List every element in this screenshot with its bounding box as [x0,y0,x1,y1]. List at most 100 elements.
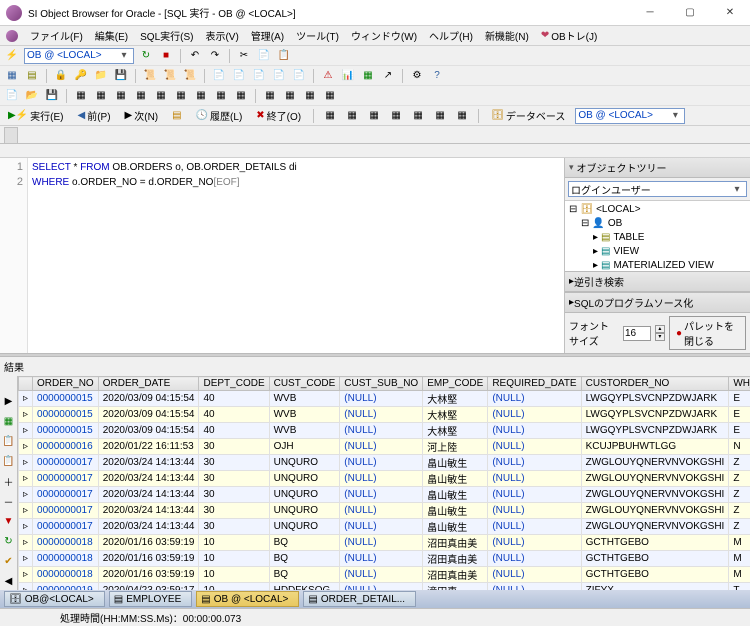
cell[interactable]: 10 [199,567,269,583]
cell[interactable]: N [729,439,750,455]
menu-item[interactable]: SQL実行(S) [134,30,199,45]
cell[interactable]: GCTHTGEBO [581,567,729,583]
cell[interactable]: 畠山敏生 [423,471,488,487]
n3-icon[interactable]: ▦ [366,108,382,124]
cell[interactable]: 30 [199,503,269,519]
tab-connection[interactable]: 🗄OB@<LOCAL> [4,591,105,607]
t12-icon[interactable]: ▦ [302,88,318,104]
cell[interactable]: 河上陸 [423,439,488,455]
del-icon[interactable]: － [2,494,16,508]
cell[interactable]: (NULL) [340,503,423,519]
cell[interactable]: 畠山敏生 [423,503,488,519]
cell[interactable]: 10 [199,583,269,591]
cell[interactable]: (NULL) [488,471,581,487]
cell[interactable]: 40 [199,407,269,423]
tab-employee[interactable]: ▤EMPLOYEE [109,591,192,607]
cell[interactable]: (NULL) [488,423,581,439]
t2-icon[interactable]: ▦ [93,88,109,104]
cell[interactable]: 0000000016 [33,439,99,455]
doc1-icon[interactable]: 📄 [211,68,227,84]
t1-icon[interactable]: ▦ [73,88,89,104]
cell[interactable]: 畠山敏生 [423,455,488,471]
cell[interactable]: 2020/01/16 03:59:19 [98,535,199,551]
cell[interactable]: M [729,551,750,567]
menu-item[interactable]: ファイル(F) [24,30,89,45]
cell[interactable]: (NULL) [488,567,581,583]
table-row[interactable]: ▹00000000182020/01/16 03:59:1910BQ(NULL)… [19,535,750,551]
down-icon[interactable]: ▾ [655,333,665,341]
cell[interactable]: 2020/03/09 04:15:54 [98,391,199,407]
menu-item[interactable]: ウィンドウ(W) [345,30,423,45]
xl-icon[interactable]: ▦ [360,68,376,84]
menu-item[interactable]: 新機能(N) [479,30,535,45]
cell[interactable]: 大林堅 [423,423,488,439]
cell[interactable]: (NULL) [340,439,423,455]
login-user-combo[interactable]: ログインユーザー▾ [568,181,747,197]
n7-icon[interactable]: ▦ [454,108,470,124]
add-icon[interactable]: ＋ [2,474,16,488]
row-marker[interactable]: ▹ [19,551,33,567]
cell[interactable]: 10 [199,535,269,551]
cell[interactable]: (NULL) [488,439,581,455]
chart-icon[interactable]: 📊 [340,68,356,84]
cell[interactable]: (NULL) [488,407,581,423]
font-size-input[interactable] [623,326,651,341]
grid-icon[interactable]: ▦ [4,68,20,84]
cell[interactable]: 0000000015 [33,423,99,439]
table-row[interactable]: ▹00000000172020/03/24 14:13:4430UNQURO(N… [19,503,750,519]
cell[interactable]: T [729,583,750,591]
cell[interactable]: 2020/01/16 03:59:19 [98,567,199,583]
table-row[interactable]: ▹00000000162020/01/22 16:11:5330OJH(NULL… [19,439,750,455]
column-header[interactable]: CUSTORDER_NO [581,377,729,391]
cell[interactable]: 畠山敏生 [423,487,488,503]
cell[interactable]: 2020/01/16 03:59:19 [98,551,199,567]
cell[interactable]: 2020/03/09 04:15:54 [98,423,199,439]
stop-button[interactable]: ✖終了(O) [252,107,305,124]
table-row[interactable]: ▹00000000172020/03/24 14:13:4430UNQURO(N… [19,487,750,503]
cell[interactable]: (NULL) [340,471,423,487]
export-icon[interactable]: ↗ [380,68,396,84]
cell[interactable]: 大林堅 [423,407,488,423]
font-stepper[interactable]: ▴▾ [655,325,665,341]
cell[interactable]: ZWGLOUYQNERVNVOKGSHI [581,519,729,535]
cell[interactable]: (NULL) [340,519,423,535]
cell[interactable]: (NULL) [488,519,581,535]
connect-icon[interactable]: ⚡ [4,48,20,64]
doc5-icon[interactable]: 📄 [291,68,307,84]
copyrow-icon[interactable]: 📋 [2,434,16,448]
copycol-icon[interactable]: 📋 [2,454,16,468]
cell[interactable]: 0000000019 [33,583,99,591]
object-tree-header[interactable]: ▾オブジェクトツリー [565,158,750,178]
redo-icon[interactable]: ↷ [207,48,223,64]
nav-db-combo[interactable]: OB @ <LOCAL>▾ [575,108,685,124]
tree-item[interactable]: ▸▤TABLE [567,231,748,245]
column-header[interactable]: CUST_CODE [269,377,340,391]
cell[interactable]: M [729,567,750,583]
cell[interactable]: Z [729,455,750,471]
db-combo[interactable]: OB @ <LOCAL>▾ [24,48,134,64]
n1-icon[interactable]: ▦ [322,108,338,124]
cell[interactable]: 沼田真由美 [423,551,488,567]
exec-button[interactable]: ▶⚡実行(E) [4,107,68,124]
script3-icon[interactable]: 📜 [182,68,198,84]
cell[interactable]: Z [729,519,750,535]
cell[interactable]: (NULL) [340,391,423,407]
cell[interactable]: (NULL) [340,423,423,439]
menu-item[interactable]: ツール(T) [290,30,345,45]
cell[interactable]: LWGQYPLSVCNPZDWJARK [581,391,729,407]
cell[interactable]: M [729,535,750,551]
tab-orderdetail[interactable]: ▤ORDER_DETAIL... [303,591,416,607]
cell[interactable]: (NULL) [488,551,581,567]
sql-text[interactable]: SELECT * FROM OB.ORDERS o, OB.ORDER_DETA… [28,158,564,353]
cell[interactable]: Z [729,471,750,487]
cell[interactable]: (NULL) [488,583,581,591]
cell[interactable]: UNQURO [269,455,340,471]
column-header[interactable]: ORDER_DATE [98,377,199,391]
cell[interactable]: 40 [199,391,269,407]
column-header[interactable]: WH_CODE [729,377,750,391]
cell[interactable]: 0000000017 [33,487,99,503]
cell[interactable]: 10 [199,551,269,567]
gear-icon[interactable]: ⚙ [409,68,425,84]
lock-icon[interactable]: 🔒 [53,68,69,84]
cell[interactable]: 2020/01/22 16:11:53 [98,439,199,455]
